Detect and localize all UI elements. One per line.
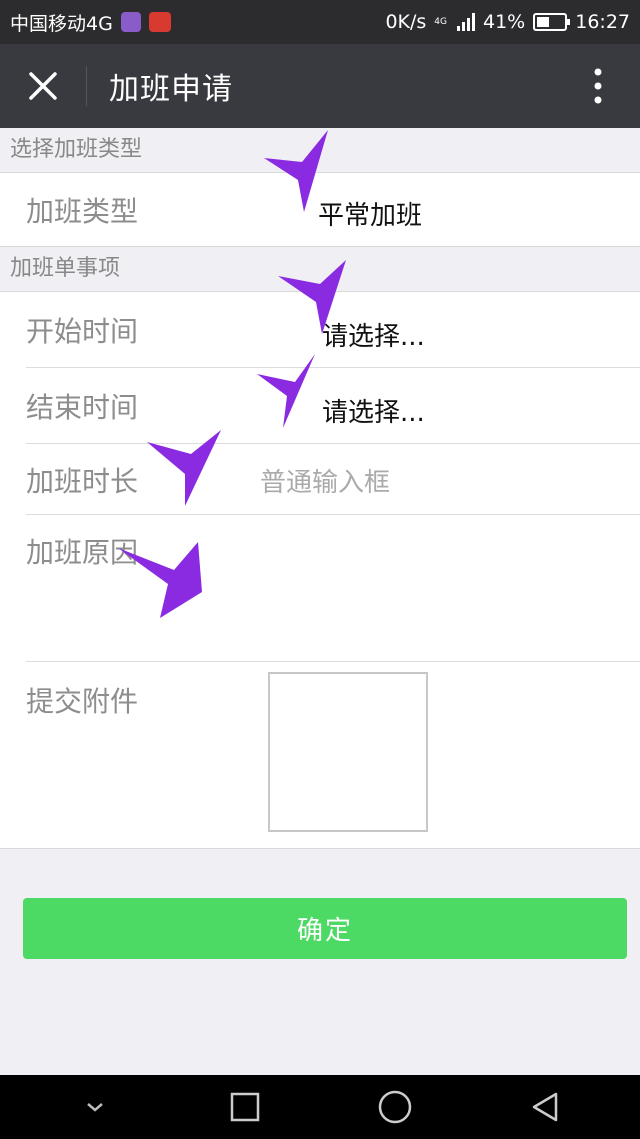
more-button[interactable] (556, 44, 640, 128)
start-time-label: 开始时间 (26, 315, 139, 348)
header-divider (86, 66, 87, 106)
annotation-arrow-icon (257, 354, 315, 428)
close-icon (29, 72, 57, 100)
end-time-row[interactable]: 结束时间 请选择... (0, 368, 640, 443)
page: 中国移动4G 0K/s 4G 41% 16:27 加班申请 选择加班类型 加班类… (0, 0, 640, 1139)
home-button[interactable] (365, 1077, 425, 1137)
overtime-items-group: 开始时间 请选择... 结束时间 请选择... 加班时长 普通输入框 加班原因 … (0, 291, 640, 849)
reason-row: 加班原因 (0, 515, 640, 661)
status-bar: 中国移动4G 0K/s 4G 41% 16:27 (0, 0, 640, 44)
end-time-picker[interactable]: 请选择... (322, 392, 425, 429)
attachment-row: 提交附件 (0, 662, 640, 848)
triangle-back-icon (532, 1092, 558, 1122)
network-type: 4G (434, 16, 447, 27)
gallery-notification-icon (120, 12, 141, 32)
clock: 16:27 (575, 11, 630, 33)
circle-icon (378, 1090, 412, 1124)
carrier-label: 中国移动4G (10, 12, 113, 35)
confirm-button[interactable]: 确定 (23, 898, 627, 959)
reason-textarea[interactable] (250, 523, 630, 653)
system-nav-bar (0, 1075, 640, 1139)
annotation-arrow-icon (278, 260, 346, 334)
chevron-down-icon (87, 1103, 103, 1112)
overtime-type-label: 加班类型 (26, 195, 139, 228)
annotation-arrow-icon (264, 130, 328, 212)
attachment-label: 提交附件 (26, 685, 139, 718)
annotation-arrow-icon (118, 542, 202, 618)
duration-input[interactable]: 普通输入框 (260, 462, 390, 499)
network-speed: 0K/s (385, 11, 427, 33)
hide-nav-button[interactable] (65, 1077, 125, 1137)
back-button[interactable] (515, 1077, 575, 1137)
battery-percent: 41% (483, 11, 526, 33)
page-title: 加班申请 (109, 72, 233, 107)
recents-button[interactable] (215, 1077, 275, 1137)
more-vertical-icon (594, 68, 602, 104)
duration-row: 加班时长 普通输入框 (0, 444, 640, 514)
battery-icon (533, 13, 571, 31)
end-time-label: 结束时间 (26, 391, 139, 424)
attachment-upload-box[interactable] (268, 672, 428, 832)
signal-icon (457, 13, 475, 31)
square-icon (230, 1092, 260, 1122)
close-button[interactable] (0, 44, 86, 128)
app-header: 加班申请 (0, 44, 640, 128)
duration-label: 加班时长 (26, 465, 139, 498)
annotation-arrow-icon (147, 430, 221, 506)
app-notification-icon (148, 12, 171, 32)
